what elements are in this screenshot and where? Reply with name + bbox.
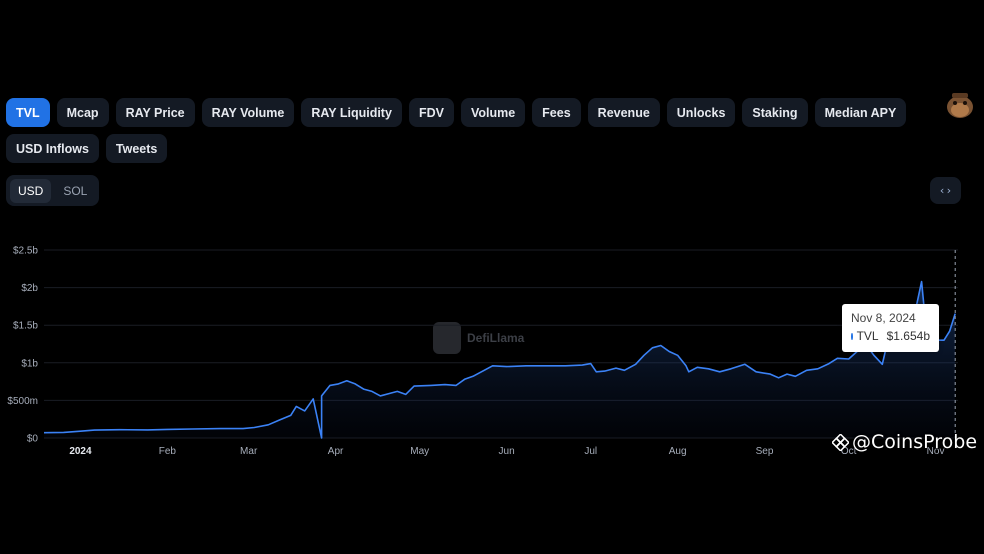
tab-revenue[interactable]: Revenue	[587, 98, 660, 127]
x-tick-label: 2024	[69, 446, 92, 457]
tooltip-series: TVL	[856, 329, 879, 343]
binance-diamond-icon	[832, 433, 849, 451]
tab-staking[interactable]: Staking	[742, 98, 808, 127]
tab-tweets[interactable]: Tweets	[105, 134, 168, 163]
embed-code-button[interactable]: ‹›	[930, 177, 961, 204]
x-tick-label: Mar	[240, 446, 258, 457]
code-icon: ‹›	[938, 184, 953, 197]
x-tick-label: Feb	[159, 446, 177, 457]
tab-fdv[interactable]: FDV	[408, 98, 454, 127]
tab-mcap[interactable]: Mcap	[56, 98, 109, 127]
y-tick-label: $500m	[7, 396, 38, 407]
y-tick-label: $2b	[21, 283, 38, 294]
y-tick-label: $1b	[21, 358, 38, 369]
tooltip-value: $1.654b	[886, 329, 930, 343]
tab-volume[interactable]: Volume	[460, 98, 526, 127]
tab-median-apy[interactable]: Median APY	[814, 98, 907, 127]
currency-usd[interactable]: USD	[10, 178, 52, 203]
x-tick-label: Aug	[669, 446, 687, 457]
tab-ray-volume[interactable]: RAY Volume	[201, 98, 295, 127]
x-tick-label: Jun	[499, 446, 515, 457]
tab-fees[interactable]: Fees	[532, 98, 581, 127]
tab-tvl[interactable]: TVL	[6, 98, 50, 127]
x-tick-label: May	[410, 446, 429, 457]
y-tick-label: $2.5b	[13, 246, 38, 257]
tab-ray-liquidity[interactable]: RAY Liquidity	[301, 98, 402, 127]
tvl-area	[44, 281, 956, 438]
tab-ray-price[interactable]: RAY Price	[115, 98, 195, 127]
series-dot-icon	[851, 332, 853, 340]
tab-unlocks[interactable]: Unlocks	[666, 98, 736, 127]
currency-sol[interactable]: SOL	[55, 179, 95, 203]
y-tick-label: $1.5b	[13, 321, 38, 332]
y-tick-label: $0	[27, 434, 39, 445]
avatar-icon[interactable]	[944, 90, 976, 120]
x-tick-label: Jul	[584, 446, 597, 457]
tooltip-row: TVL $1.654b	[851, 329, 930, 343]
x-tick-label: Sep	[756, 446, 774, 457]
metric-tabs: TVL Mcap RAY Price RAY Volume RAY Liquidity F…	[6, 98, 926, 163]
credit-text: @CoinsProbe	[852, 431, 978, 453]
x-tick-label: Apr	[328, 446, 344, 457]
tab-usd-inflows[interactable]: USD Inflows	[6, 134, 99, 163]
coinsprobe-credit: @CoinsProbe	[832, 431, 977, 453]
currency-toggle: USD SOL	[6, 175, 100, 206]
tooltip-date: Nov 8, 2024	[851, 311, 916, 325]
chart-tooltip: Nov 8, 2024 TVL $1.654b	[842, 304, 939, 352]
